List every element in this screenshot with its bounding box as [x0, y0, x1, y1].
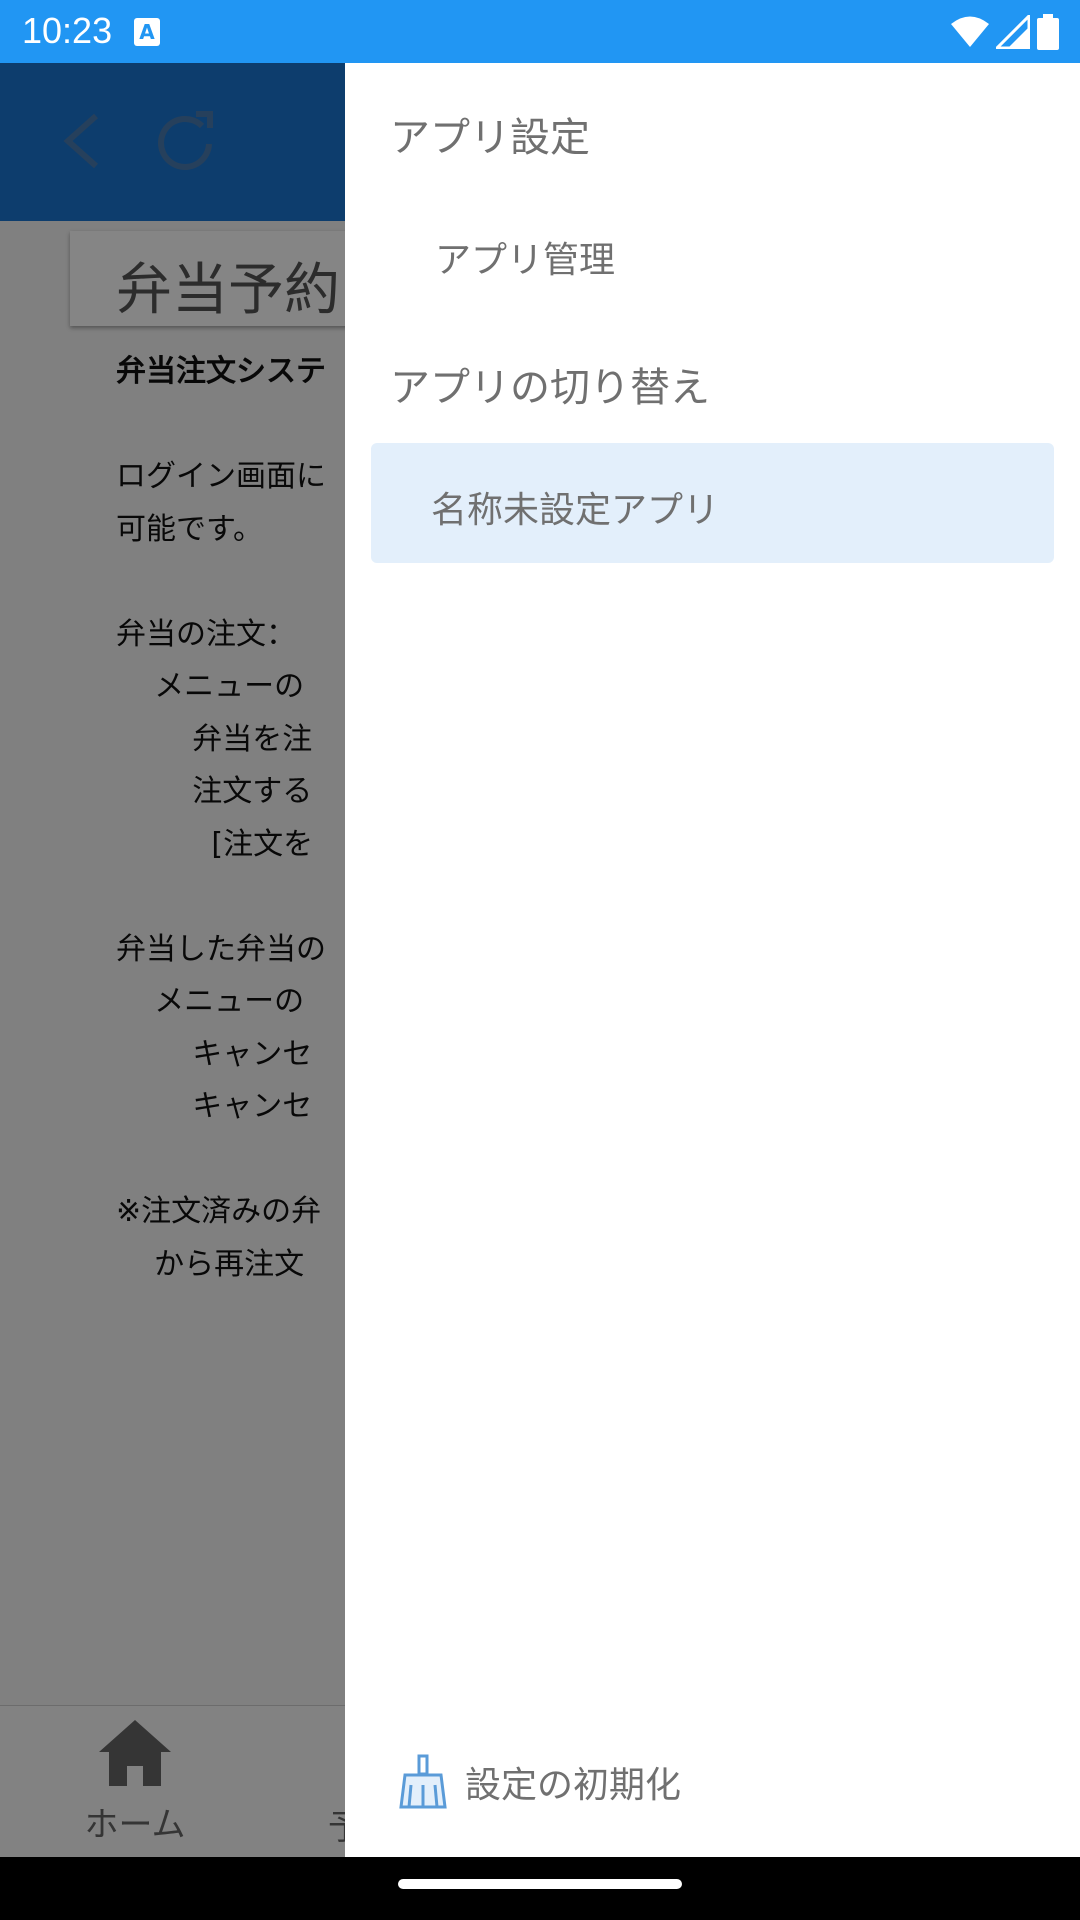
broom-icon [399, 1754, 447, 1809]
status-icons [950, 12, 1060, 52]
navigation-drawer: アプリ設定 アプリ管理 アプリの切り替え 名称未設定アプリ 設定の初期化 [345, 63, 1080, 1857]
reset-settings-label: 設定の初期化 [465, 1765, 682, 1806]
reset-settings-button[interactable]: 設定の初期化 [395, 1750, 681, 1814]
section-app-settings: アプリ設定 [390, 115, 590, 161]
status-bar: 10:23 A [0, 0, 1080, 63]
signal-icon [996, 15, 1030, 49]
selected-app-item[interactable]: 名称未設定アプリ [371, 443, 1054, 563]
app-management-item[interactable]: アプリ管理 [435, 231, 615, 283]
system-nav-bar [0, 1857, 1080, 1920]
wifi-icon [951, 16, 989, 47]
home-gesture-pill[interactable] [398, 1879, 682, 1889]
selected-app-label: 名称未設定アプリ [431, 490, 720, 531]
status-time: 10:23 [22, 10, 113, 51]
notification-icon: A [134, 18, 160, 46]
battery-icon [1037, 14, 1059, 50]
section-switch-app: アプリの切り替え [390, 365, 710, 411]
